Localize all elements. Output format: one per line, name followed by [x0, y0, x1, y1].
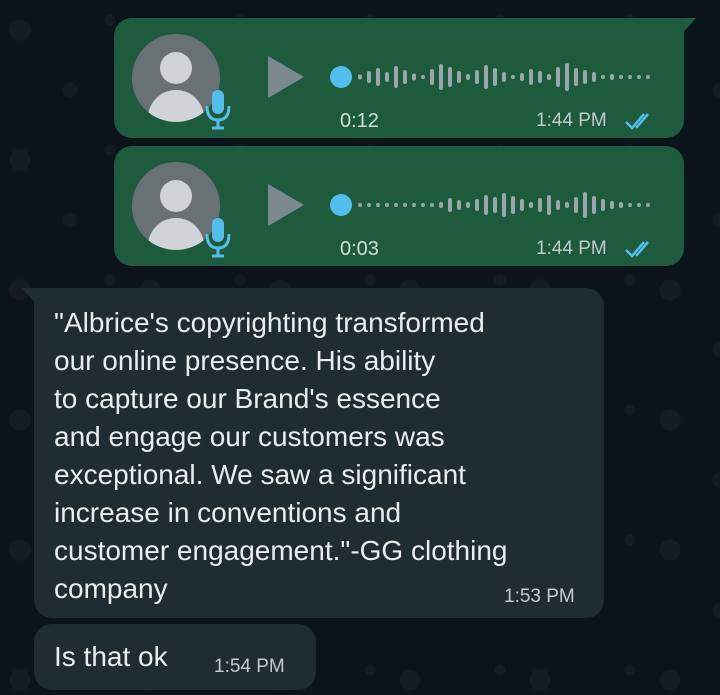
chat-thread[interactable]: 0:12 1:44 PM 0:03 1:44 PM "Albrice's cop…	[0, 0, 720, 695]
waveform-bar	[412, 73, 416, 81]
waveform-bar	[466, 202, 470, 208]
voice-message-bubble-2[interactable]: 0:03 1:44 PM	[114, 146, 684, 266]
waveform-bar	[484, 195, 488, 215]
incoming-message-bubble[interactable]: Is that ok 1:54 PM	[34, 624, 316, 690]
waveform-bar	[511, 75, 515, 79]
waveform-bar	[421, 203, 425, 207]
waveform-bar	[565, 63, 569, 91]
message-time: 1:44 PM	[536, 110, 607, 131]
waveform-bar	[637, 203, 641, 207]
message-text: "Albrice's copyrighting transformed our …	[54, 307, 508, 604]
waveform-bar	[529, 202, 533, 208]
voice-message-bubble-1[interactable]: 0:12 1:44 PM	[114, 18, 696, 138]
waveform-bar	[376, 68, 380, 86]
waveform-bar	[628, 203, 632, 207]
waveform-bar	[439, 64, 443, 90]
waveform-bar	[421, 75, 425, 79]
waveform-bar	[430, 203, 434, 207]
waveform-bar	[547, 195, 551, 215]
waveform-bar	[628, 75, 632, 79]
waveform-bar	[475, 199, 479, 211]
message-text: Is that ok	[54, 641, 168, 672]
waveform-bar	[610, 74, 614, 80]
waveform-bar	[403, 203, 407, 207]
waveform-bar	[646, 75, 650, 79]
waveform-bar	[592, 196, 596, 214]
play-icon[interactable]	[264, 54, 308, 100]
waveform-bar	[439, 202, 443, 208]
waveform-bar	[601, 199, 605, 211]
waveform-bar	[412, 203, 416, 207]
progress-dot[interactable]	[330, 194, 352, 216]
waveform-bar	[502, 72, 506, 82]
waveform-bar	[619, 202, 623, 208]
waveform-bar	[583, 70, 587, 84]
waveform-bar	[601, 75, 605, 79]
mic-icon	[205, 90, 231, 130]
waveform-bar	[574, 68, 578, 86]
waveform-bar	[520, 73, 524, 81]
waveform	[358, 63, 650, 91]
waveform-bar	[385, 72, 389, 82]
waveform-bar	[367, 71, 371, 83]
waveform-bar	[502, 193, 506, 217]
waveform-bar	[475, 70, 479, 84]
incoming-message-bubble[interactable]: "Albrice's copyrighting transformed our …	[22, 288, 604, 618]
waveform-bar	[610, 201, 614, 209]
waveform-bar	[556, 200, 560, 210]
waveform-bar	[484, 65, 488, 89]
waveform-bar	[574, 197, 578, 213]
waveform-bar	[493, 197, 497, 213]
waveform-bar	[358, 203, 362, 207]
waveform-bar	[538, 71, 542, 83]
mic-icon	[205, 218, 231, 258]
waveform-bar	[565, 202, 569, 208]
waveform-bar	[430, 69, 434, 85]
waveform-bar	[637, 75, 641, 79]
waveform-bar	[538, 198, 542, 212]
waveform-bar	[385, 203, 389, 207]
waveform-bar	[646, 203, 650, 207]
play-icon[interactable]	[264, 182, 308, 228]
waveform-bar	[529, 69, 533, 85]
voice-duration: 0:03	[340, 238, 379, 260]
message-time: 1:53 PM	[504, 586, 575, 607]
waveform-bar	[466, 74, 470, 80]
waveform-bar	[592, 72, 596, 82]
waveform-bar	[547, 74, 551, 80]
double-check-read-icon	[625, 241, 649, 258]
waveform-bar	[493, 68, 497, 86]
double-check-read-icon	[625, 113, 649, 130]
waveform-bar	[511, 196, 515, 214]
waveform-bar	[448, 198, 452, 212]
waveform-bar	[583, 192, 587, 218]
waveform-bar	[376, 203, 380, 207]
waveform-bar	[403, 70, 407, 84]
message-time: 1:44 PM	[536, 238, 607, 259]
waveform-bar	[358, 74, 362, 80]
waveform-bar	[457, 200, 461, 210]
waveform	[358, 192, 650, 218]
waveform-bar	[619, 75, 623, 79]
voice-duration: 0:12	[340, 110, 379, 132]
waveform-bar	[448, 67, 452, 87]
waveform-bar	[394, 66, 398, 88]
waveform-bar	[520, 199, 524, 211]
waveform-bar	[457, 71, 461, 83]
waveform-bar	[556, 67, 560, 87]
waveform-bar	[367, 203, 371, 207]
message-time: 1:54 PM	[214, 656, 285, 677]
waveform-bar	[394, 203, 398, 207]
progress-dot[interactable]	[330, 66, 352, 88]
